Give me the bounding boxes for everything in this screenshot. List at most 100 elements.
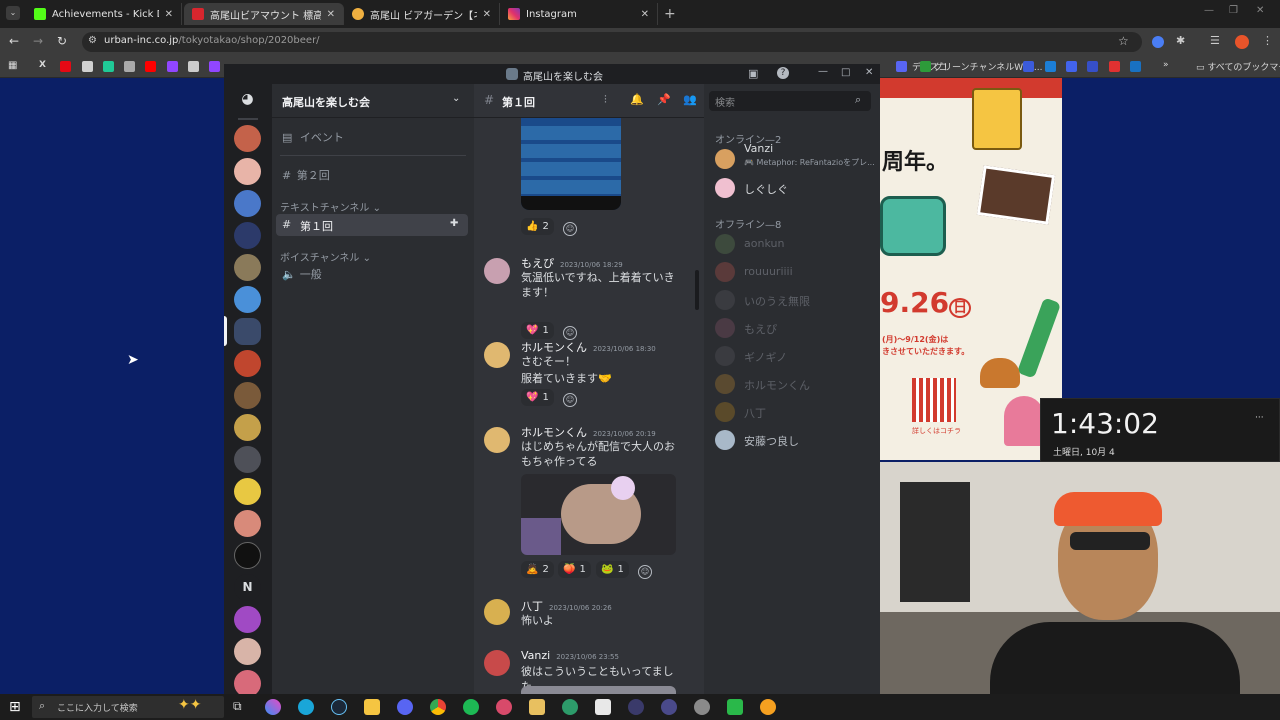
reading-list-icon[interactable]: ☰ xyxy=(1210,34,1220,47)
server-icon[interactable] xyxy=(234,414,261,441)
bookmark-icon[interactable] xyxy=(1066,61,1077,72)
avatar[interactable] xyxy=(715,430,735,450)
netflix-icon[interactable] xyxy=(60,61,71,72)
app-icon[interactable] xyxy=(496,699,512,715)
avatar[interactable] xyxy=(715,374,735,394)
server-icon[interactable] xyxy=(234,158,261,185)
server-icon[interactable] xyxy=(234,125,261,152)
channel-first-selected[interactable]: # 第１回 ✚ xyxy=(276,214,468,236)
bookmark-x[interactable]: X xyxy=(39,60,46,70)
server-icon[interactable] xyxy=(234,446,261,473)
twitch-icon[interactable] xyxy=(167,61,178,72)
green-channel-icon[interactable] xyxy=(920,61,931,72)
bookmark-icon[interactable] xyxy=(1045,61,1056,72)
copilot-icon[interactable] xyxy=(265,699,281,715)
server-icon[interactable] xyxy=(234,382,261,409)
server-icon[interactable] xyxy=(234,350,261,377)
app-icon[interactable] xyxy=(529,699,545,715)
server-icon[interactable] xyxy=(234,286,261,313)
windows-start-icon[interactable]: ⊞ xyxy=(9,699,21,715)
avatar[interactable] xyxy=(484,342,510,368)
help-icon[interactable]: ? xyxy=(777,67,789,79)
server-icon[interactable] xyxy=(234,670,261,694)
discord-taskbar-icon[interactable] xyxy=(397,699,413,715)
maximize-icon[interactable]: □ xyxy=(841,67,850,78)
inbox-icon[interactable]: ▣ xyxy=(748,67,758,80)
tab-search-button[interactable]: ⌄ xyxy=(6,6,20,20)
steam-icon[interactable] xyxy=(331,699,347,715)
avatar[interactable] xyxy=(715,234,735,254)
reaction-emoji-3[interactable]: 🐸 1 xyxy=(596,561,629,578)
avatar[interactable] xyxy=(715,262,735,282)
extension-icon[interactable] xyxy=(1152,36,1164,48)
avatar[interactable] xyxy=(715,402,735,422)
add-reaction-icon[interactable]: ☺ xyxy=(563,326,577,340)
extensions-puzzle-icon[interactable]: ✱ xyxy=(1176,34,1185,47)
member-name[interactable]: 八丁 xyxy=(744,405,766,421)
menu-icon[interactable]: ⋮ xyxy=(1262,34,1273,47)
taskbar-search[interactable]: ⌕ ここに入力して検索 ✦✦ xyxy=(32,696,224,718)
tab-kick[interactable]: Achievements - Kick Dashboard ✕ xyxy=(26,3,182,25)
reaction-emoji-2[interactable]: 🍑 1 xyxy=(558,561,591,578)
server-icon[interactable] xyxy=(234,638,261,665)
profile-avatar[interactable] xyxy=(1235,35,1249,49)
task-view-icon[interactable]: ⧉ xyxy=(233,699,242,714)
app-icon[interactable] xyxy=(727,699,743,715)
channel-second[interactable]: # 第２回 xyxy=(282,167,330,183)
close-tab-icon[interactable]: ✕ xyxy=(483,9,491,20)
avatar[interactable] xyxy=(715,149,735,169)
bookmark-icon[interactable] xyxy=(188,61,199,72)
message-author[interactable]: ホルモンくん 2023/10/06 20:19 xyxy=(521,424,656,440)
member-name[interactable]: rouuuriiii xyxy=(744,265,793,278)
new-tab-button[interactable]: + xyxy=(664,6,676,22)
maximize-icon[interactable]: ❐ xyxy=(1229,5,1238,16)
avatar[interactable] xyxy=(484,650,510,676)
app-icon[interactable] xyxy=(562,699,578,715)
server-header[interactable]: 高尾山を楽しむ会 ⌄ xyxy=(272,84,474,118)
add-reaction-icon[interactable]: ☺ xyxy=(563,222,577,236)
bookmark-icon[interactable] xyxy=(103,61,114,72)
member-search[interactable]: 検索 ⌕ xyxy=(709,91,871,111)
reload-icon[interactable]: ↻ xyxy=(57,34,67,48)
text-channels-category[interactable]: テキストチャンネル ⌄ xyxy=(280,199,381,214)
voice-channels-category[interactable]: ボイスチャンネル ⌄ xyxy=(280,249,371,264)
server-icon[interactable] xyxy=(234,510,261,537)
twitch-icon[interactable] xyxy=(209,61,220,72)
close-tab-icon[interactable]: ✕ xyxy=(327,9,335,20)
spotify-icon[interactable] xyxy=(463,699,479,715)
message-author[interactable]: ホルモンくん 2023/10/06 18:30 xyxy=(521,339,656,355)
close-icon[interactable]: ✕ xyxy=(1256,5,1264,16)
tab-instagram[interactable]: Instagram ✕ xyxy=(500,3,658,25)
bookmark-icon[interactable] xyxy=(1087,61,1098,72)
pin-icon[interactable]: 📌 xyxy=(657,93,671,106)
back-icon[interactable]: ← xyxy=(9,34,19,48)
server-icon-n[interactable]: N xyxy=(234,574,261,601)
server-icon[interactable] xyxy=(234,542,261,569)
reaction-thumbs-up[interactable]: 👍 2 xyxy=(521,218,554,235)
bookmark-icon[interactable] xyxy=(1130,61,1141,72)
add-member-icon[interactable]: ✚ xyxy=(450,218,458,229)
member-name[interactable]: いのうえ無限 xyxy=(744,293,810,309)
app-icon[interactable] xyxy=(661,699,677,715)
avatar[interactable] xyxy=(484,427,510,453)
forward-icon[interactable]: → xyxy=(33,34,43,48)
weather-image[interactable] xyxy=(521,118,621,210)
members-icon[interactable]: 👥 xyxy=(683,93,697,106)
events-link[interactable]: ▤ イベント xyxy=(282,129,344,145)
avatar[interactable] xyxy=(715,318,735,338)
member-name[interactable]: しぐしぐ xyxy=(744,181,788,197)
avatar[interactable] xyxy=(484,258,510,284)
apps-icon[interactable]: ▦ xyxy=(8,60,17,71)
reaction-emoji-1[interactable]: 🙇 2 xyxy=(521,561,554,578)
chrome-icon[interactable] xyxy=(430,699,446,715)
app-icon[interactable] xyxy=(628,699,644,715)
minimize-icon[interactable]: — xyxy=(818,66,828,77)
member-name[interactable]: もえぴ xyxy=(744,321,777,337)
edge-icon[interactable] xyxy=(298,699,314,715)
more-icon[interactable]: ··· xyxy=(1255,413,1264,423)
reaction-heart[interactable]: 💖 1 xyxy=(521,322,554,339)
bookmark-icon[interactable] xyxy=(82,61,93,72)
discord-bookmark-icon[interactable] xyxy=(896,61,907,72)
voice-channel-general[interactable]: 🔈 一般 xyxy=(282,266,322,282)
server-icon[interactable] xyxy=(234,606,261,633)
